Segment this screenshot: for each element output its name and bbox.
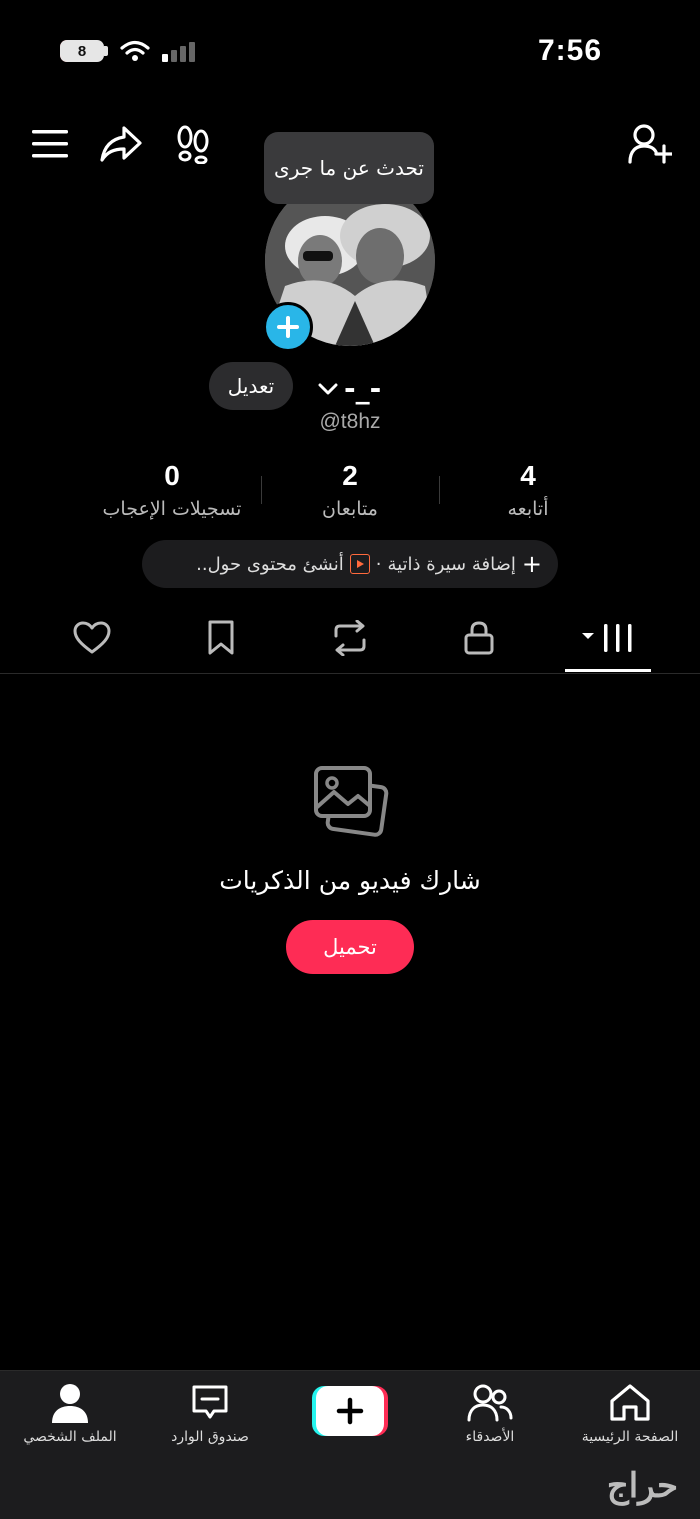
create-button[interactable] [312,1386,388,1436]
battery-level: 8 [77,42,87,60]
status-time: 7:56 [538,34,603,67]
stat-following[interactable]: 4 أتابعه [478,460,578,520]
bookmark-icon [208,620,234,655]
username: -_- [344,372,382,405]
profile-icon [52,1384,88,1423]
nav-home-label: الصفحة الرئيسية [581,1429,679,1445]
menu-icon[interactable] [32,128,68,160]
nav-profile[interactable]: الملف الشخصي [0,1383,140,1445]
active-tab-indicator [565,669,651,672]
grid-icon [582,624,632,652]
create-plus-icon [312,1386,388,1436]
username-switcher[interactable]: -_- [318,372,381,405]
following-count: 4 [520,460,536,491]
nav-inbox-label: صندوق الوارد [171,1429,249,1445]
stat-likes[interactable]: 0 تسجيلات الإعجاب [88,460,256,520]
plus-icon [277,316,299,338]
battery-nub [104,46,108,56]
play-triangle-icon [356,560,364,568]
following-label: أتابعه [507,498,549,520]
tab-reposts[interactable] [320,608,380,668]
nav-friends-label: الأصدقاء [465,1429,515,1445]
nav-profile-label: الملف الشخصي [23,1429,117,1445]
cellular-signal-icon [162,42,195,62]
user-handle: @t8hz [319,410,381,433]
tab-liked[interactable] [62,608,122,668]
share-icon[interactable] [100,124,142,164]
likes-label: تسجيلات الإعجاب [102,498,242,520]
home-icon [610,1384,650,1421]
tabs-divider [0,673,700,674]
stat-divider [261,476,262,504]
friends-icon [467,1384,513,1422]
watermark-logo: حراج [606,1466,678,1506]
lock-icon [464,621,494,655]
likes-count: 0 [164,460,180,491]
add-bio-label: إضافة سيرة ذاتية [387,553,516,575]
bottom-navigation: الصفحة الرئيسية الأصدقاء صندوق الوارد ال [0,1370,700,1519]
add-bio-button[interactable]: + إضافة سيرة ذاتية · أنشئ محتوى حول.. [142,540,558,588]
footprints-icon[interactable] [174,124,212,164]
nav-home[interactable]: الصفحة الرئيسية [560,1383,700,1445]
bio-separator: · [375,553,382,575]
tab-saved[interactable] [191,608,251,668]
followers-count: 2 [342,460,358,491]
wifi-icon [120,40,150,61]
plus-icon: + [521,550,542,578]
add-avatar-button[interactable] [263,302,313,352]
stat-followers[interactable]: 2 متابعان [290,460,410,520]
chevron-down-icon [318,383,338,394]
upload-button[interactable]: تحميل [286,920,414,974]
followers-label: متابعان [322,498,378,520]
tab-videos[interactable] [578,608,638,668]
play-icon [349,554,370,574]
photos-icon [314,766,389,837]
add-friend-icon[interactable] [628,124,672,164]
battery-icon: 8 [60,40,104,62]
empty-state-title: شارك فيديو من الذكريات [219,866,481,895]
note-bubble[interactable]: تحدث عن ما جرى [264,132,434,204]
tab-private[interactable] [449,608,509,668]
inbox-icon [192,1385,228,1419]
create-content-label: أنشئ محتوى حول.. [196,553,344,575]
stat-divider [439,476,440,504]
note-text: تحدث عن ما جرى [274,156,424,180]
nav-inbox[interactable]: صندوق الوارد [140,1383,280,1445]
repost-icon [334,620,366,656]
heart-icon [73,621,111,654]
edit-profile-button[interactable]: تعديل [209,362,293,410]
nav-friends[interactable]: الأصدقاء [420,1383,560,1445]
